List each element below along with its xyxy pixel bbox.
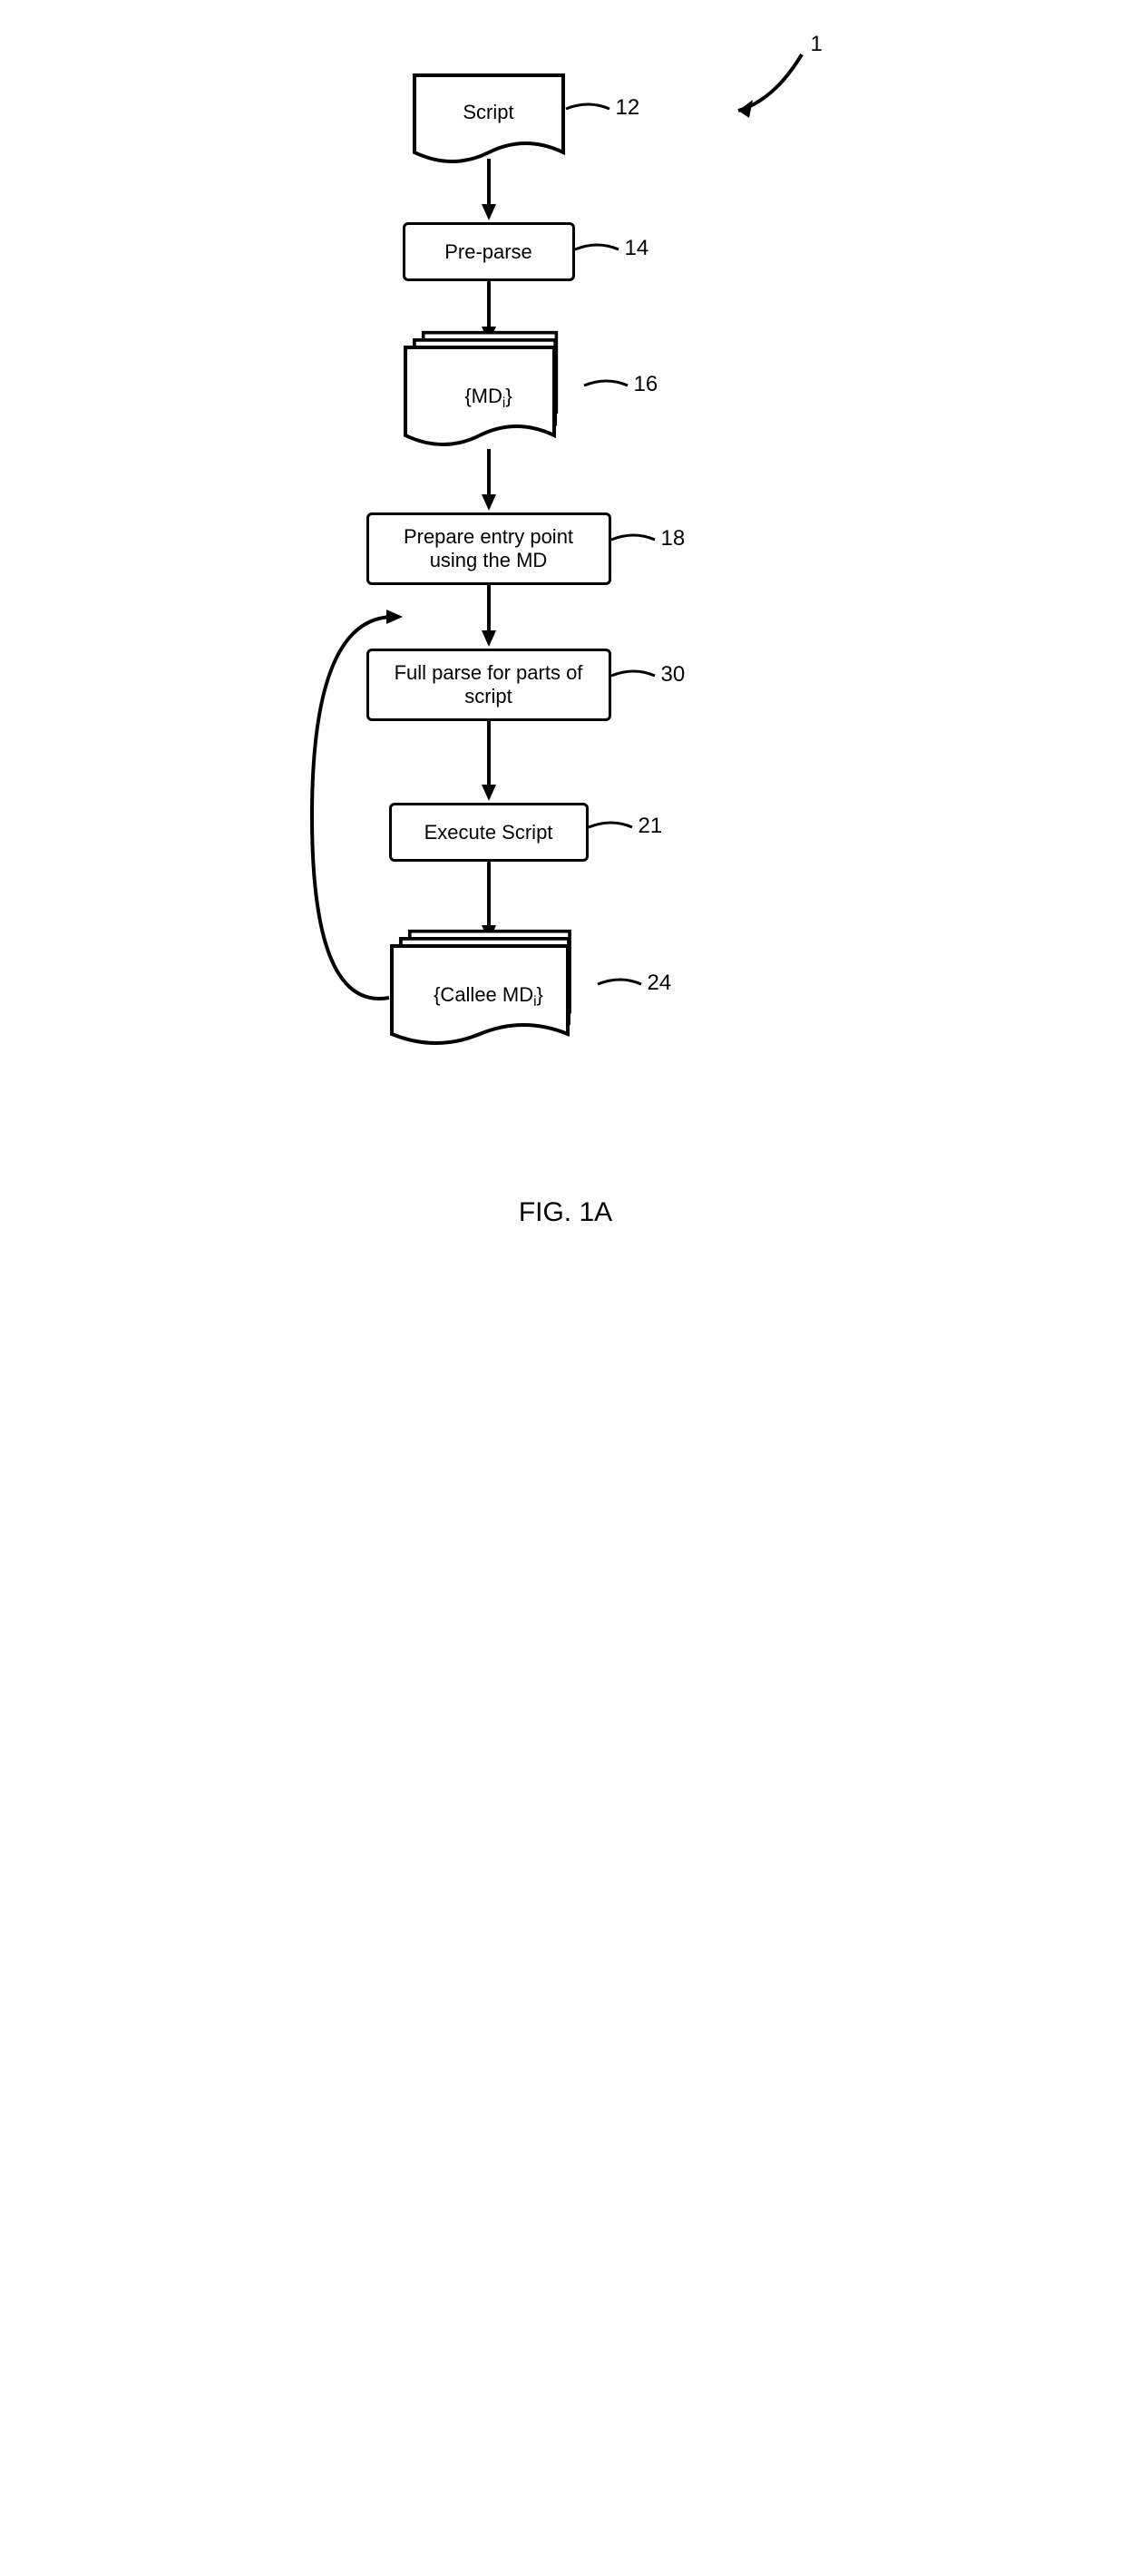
ref-30: 30 (661, 662, 686, 688)
node-preparse-label: Pre-parse (444, 240, 532, 264)
node-prep-entry-label: Prepare entry point using the MD (380, 525, 598, 572)
leader-14 (575, 240, 620, 268)
ref-18: 18 (661, 526, 686, 551)
arrow-md-prep (480, 449, 498, 512)
ref-21: 21 (639, 814, 663, 839)
node-script-doc: Script (412, 73, 566, 172)
node-full-parse: Full parse for parts of script (366, 649, 611, 721)
leader-30 (611, 667, 657, 694)
ref-12: 12 (616, 95, 640, 121)
arrow-fullparse-execute (480, 721, 498, 803)
node-prep-entry: Prepare entry point using the MD (366, 512, 611, 585)
leader-24 (598, 975, 643, 1002)
node-execute-label: Execute Script (424, 821, 553, 844)
arrow-prep-fullparse (480, 585, 498, 649)
node-callee-label: {Callee MDi} (389, 982, 589, 1010)
node-preparse: Pre-parse (403, 222, 575, 281)
arrow-script-preparse (480, 159, 498, 222)
figure-caption: FIG. 1A (249, 1197, 883, 1228)
node-script-label: Script (412, 101, 566, 124)
ref-16: 16 (634, 372, 658, 397)
node-md-stack: {MDi} (403, 345, 575, 463)
figure-number-label: 1 (811, 32, 823, 57)
leader-18 (611, 531, 657, 558)
node-callee-stack: {Callee MDi} (389, 943, 589, 1061)
figure-ref-arc (720, 45, 829, 127)
ref-24: 24 (648, 971, 672, 996)
node-execute: Execute Script (389, 803, 589, 862)
leader-21 (589, 818, 634, 845)
leader-16 (584, 376, 629, 404)
node-full-parse-label: Full parse for parts of script (380, 661, 598, 708)
ref-14: 14 (625, 236, 649, 261)
flowchart-canvas: 1 Script 12 Pre-parse 14 (249, 36, 883, 1488)
leader-12 (566, 100, 611, 127)
node-md-label: {MDi} (403, 384, 575, 411)
loop-back-edge (303, 608, 403, 1061)
